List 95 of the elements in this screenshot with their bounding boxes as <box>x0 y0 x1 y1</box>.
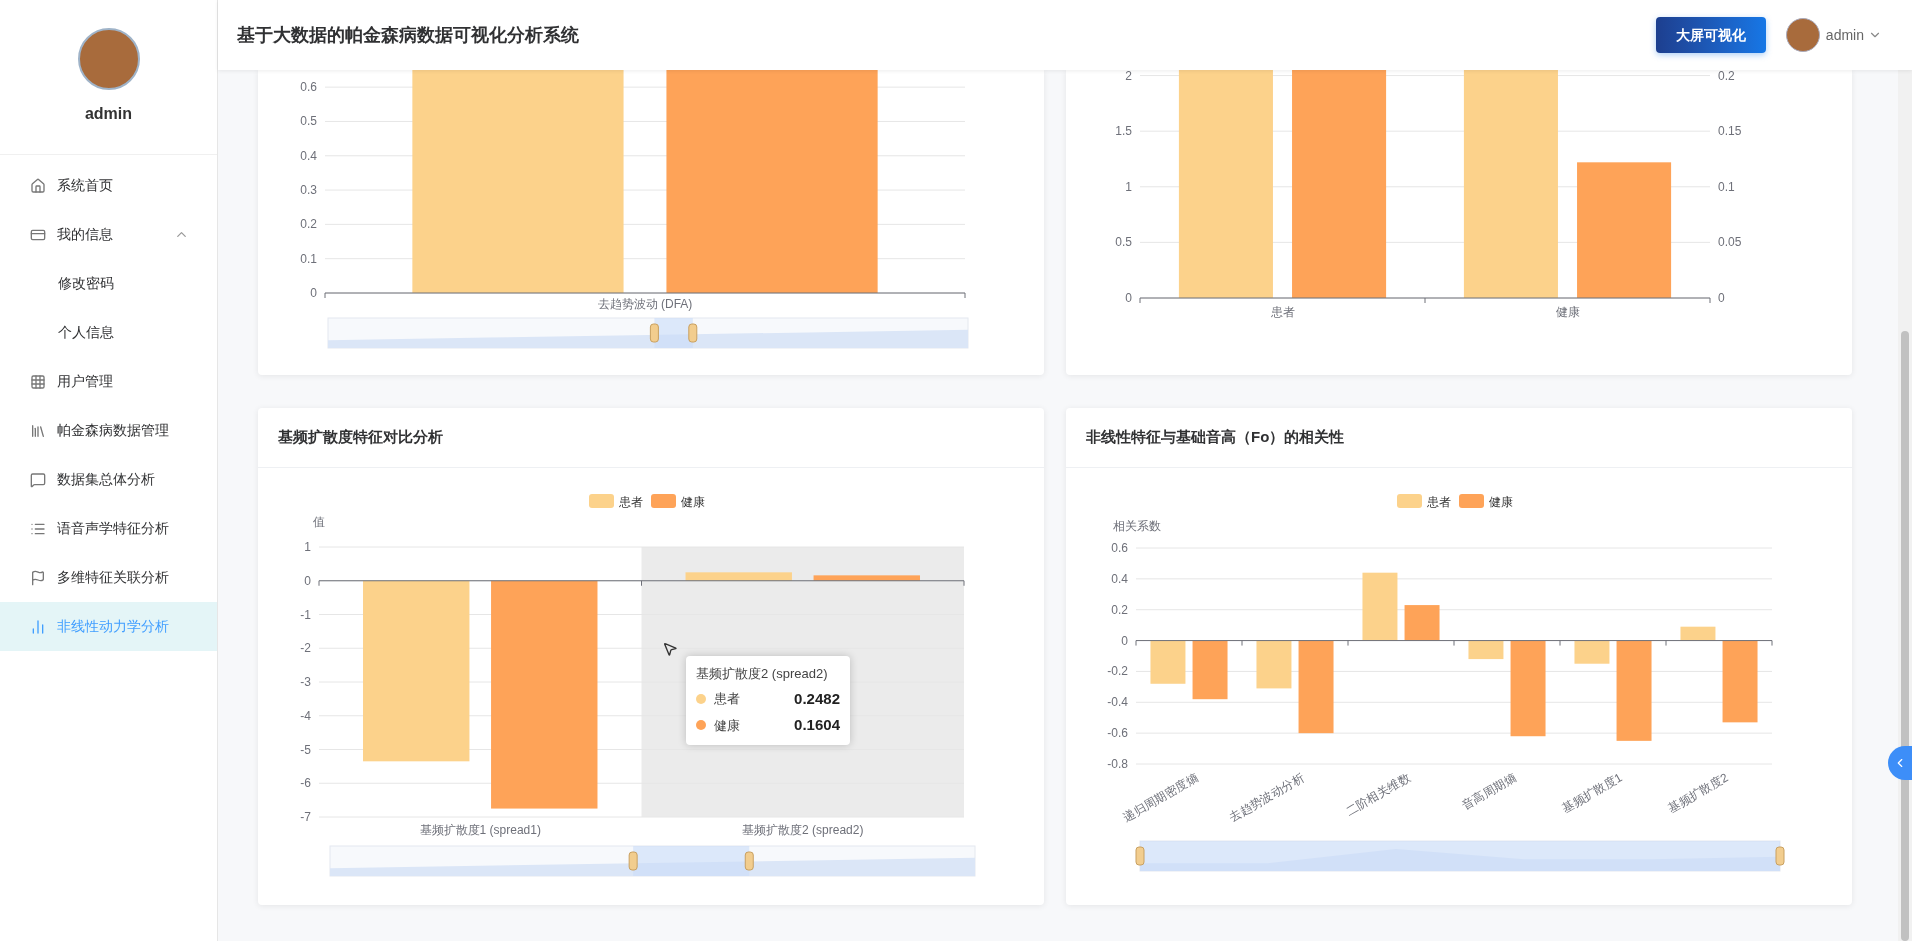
y-tick-label: 0.4 <box>300 148 317 163</box>
x-tick-label: 二阶相关维数 <box>1343 770 1413 819</box>
series-name: 患者 <box>714 690 740 708</box>
sidebar-item[interactable]: 用户管理 <box>0 357 217 406</box>
menu-icon <box>30 471 46 488</box>
y-tick-label: -0.8 <box>1107 757 1128 771</box>
legend-label: 健康 <box>1489 495 1513 509</box>
menu-icon <box>30 618 46 635</box>
user-avatar[interactable] <box>1785 18 1820 52</box>
legend-label: 健康 <box>681 495 705 509</box>
y-tick-label: 0.2 <box>1718 70 1735 83</box>
menu-icon <box>30 373 46 390</box>
y-tick-label: 0 <box>1121 633 1128 648</box>
menu-icon <box>30 177 46 194</box>
bar <box>1150 640 1186 684</box>
y-tick-label: 1 <box>304 540 311 554</box>
y-tick-label: 0.05 <box>1718 235 1742 250</box>
sidebar-item[interactable]: 多维特征关联分析 <box>0 553 217 602</box>
user-name: admin <box>84 104 133 124</box>
bar <box>1680 626 1716 641</box>
sidebar-item[interactable]: 帕金森病数据管理 <box>0 406 217 455</box>
bar <box>1192 640 1228 700</box>
x-tick-label: 音高周期熵 <box>1459 770 1519 813</box>
x-tick-label: 基频扩散度2 <box>1665 770 1731 816</box>
legend-label: 患者 <box>1426 495 1451 509</box>
legend-item[interactable]: 健康 <box>1459 494 1513 509</box>
y-tick-label: 0 <box>1718 291 1725 305</box>
x-tick-label: 健康 <box>1555 305 1580 319</box>
x-tick-label: 基频扩散度1 (spread1) <box>419 823 541 837</box>
series-value: 0.2482 <box>794 688 840 709</box>
menu-icon <box>30 569 46 586</box>
y-tick-label: -0.6 <box>1107 726 1128 741</box>
y-tick-label: 0.1 <box>300 251 317 266</box>
card-title: 非线性特征与基础音高（Fo）的相关性 <box>1086 427 1345 448</box>
sidebar-item[interactable]: 系统首页 <box>0 161 217 210</box>
sidebar-item[interactable]: 我的信息 <box>0 210 217 259</box>
y-tick-label: 0.2 <box>1111 602 1128 617</box>
scrollbar[interactable] <box>1898 70 1912 941</box>
y-tick-label: -5 <box>300 742 311 757</box>
y-tick-label: 0 <box>1125 291 1132 305</box>
x-tick-label: 患者 <box>1270 305 1295 319</box>
x-tick-label: 去趋势波动 (DFA) <box>597 297 693 311</box>
y-tick-label: 0.1 <box>1718 179 1735 194</box>
bar <box>1404 605 1440 641</box>
y-tick-label: 0.15 <box>1718 124 1742 139</box>
bar <box>1574 640 1610 664</box>
y-tick-label: 1 <box>1125 179 1132 194</box>
y-tick-label: -0.2 <box>1107 664 1128 679</box>
y-tick-label: -6 <box>300 776 311 791</box>
card-title: 基频扩散度特征对比分析 <box>278 427 443 448</box>
bar <box>1256 640 1292 689</box>
x-tick-label: 递归周期密度熵 <box>1120 770 1201 825</box>
y-axis-title: 值 <box>313 515 325 529</box>
y-axis-title: 相关系数 <box>1113 519 1161 533</box>
y-tick-label: 0 <box>304 573 311 588</box>
y-tick-label: -1 <box>300 607 311 622</box>
legend-item[interactable]: 患者 <box>1397 494 1451 509</box>
collapse-tab[interactable] <box>1888 746 1912 780</box>
y-tick-label: 0.6 <box>1111 541 1128 555</box>
bar <box>1362 572 1398 641</box>
y-tick-label: 0.2 <box>300 217 317 232</box>
x-tick-label: 基频扩散度2 (spread2) <box>742 823 864 837</box>
y-tick-label: 0.6 <box>300 80 317 95</box>
cursor-icon <box>662 641 678 657</box>
series-value: 0.1604 <box>794 715 840 735</box>
x-tick-label: 基频扩散度1 <box>1559 770 1625 816</box>
series-name: 健康 <box>714 716 740 735</box>
y-tick-label: -3 <box>300 675 311 689</box>
y-tick-label: 0 <box>310 286 317 300</box>
y-tick-label: 0.5 <box>1115 235 1132 250</box>
zoom-slider[interactable] <box>327 317 969 349</box>
y-tick-label: -2 <box>300 641 311 656</box>
y-tick-label: 2 <box>1125 70 1132 83</box>
legend-label: 患者 <box>618 495 643 509</box>
y-tick-label: 0.3 <box>300 183 317 198</box>
sidebar-item[interactable]: 数据集总体分析 <box>0 455 217 504</box>
dashboard-button[interactable]: 大屏可视化 <box>1655 17 1766 53</box>
y-tick-label: 1.5 <box>1115 124 1132 139</box>
legend-item[interactable]: 患者 <box>589 494 643 509</box>
sidebar-item[interactable]: 个人信息 <box>0 308 217 357</box>
zoom-slider[interactable] <box>1135 840 1785 872</box>
y-tick-label: -4 <box>300 708 311 723</box>
legend-item[interactable]: 健康 <box>651 494 705 509</box>
y-tick-label: -7 <box>300 810 311 824</box>
x-tick-label: 去趋势波动分析 <box>1226 770 1307 825</box>
user-menu-label[interactable]: admin <box>1825 24 1864 46</box>
sidebar-item[interactable]: 语音声学特征分析 <box>0 504 217 553</box>
y-tick-label: -0.4 <box>1107 695 1128 710</box>
app-title: 基于大数据的帕金森病数据可视化分析系统 <box>237 23 579 47</box>
zoom-slider[interactable] <box>329 845 976 877</box>
y-tick-label: 0.4 <box>1111 571 1128 586</box>
sidebar-item[interactable]: 修改密码 <box>0 259 217 308</box>
y-tick-label: 0.5 <box>300 114 317 129</box>
menu-icon <box>30 422 46 439</box>
tooltip-title: 基频扩散度2 (spread2) <box>696 665 829 683</box>
